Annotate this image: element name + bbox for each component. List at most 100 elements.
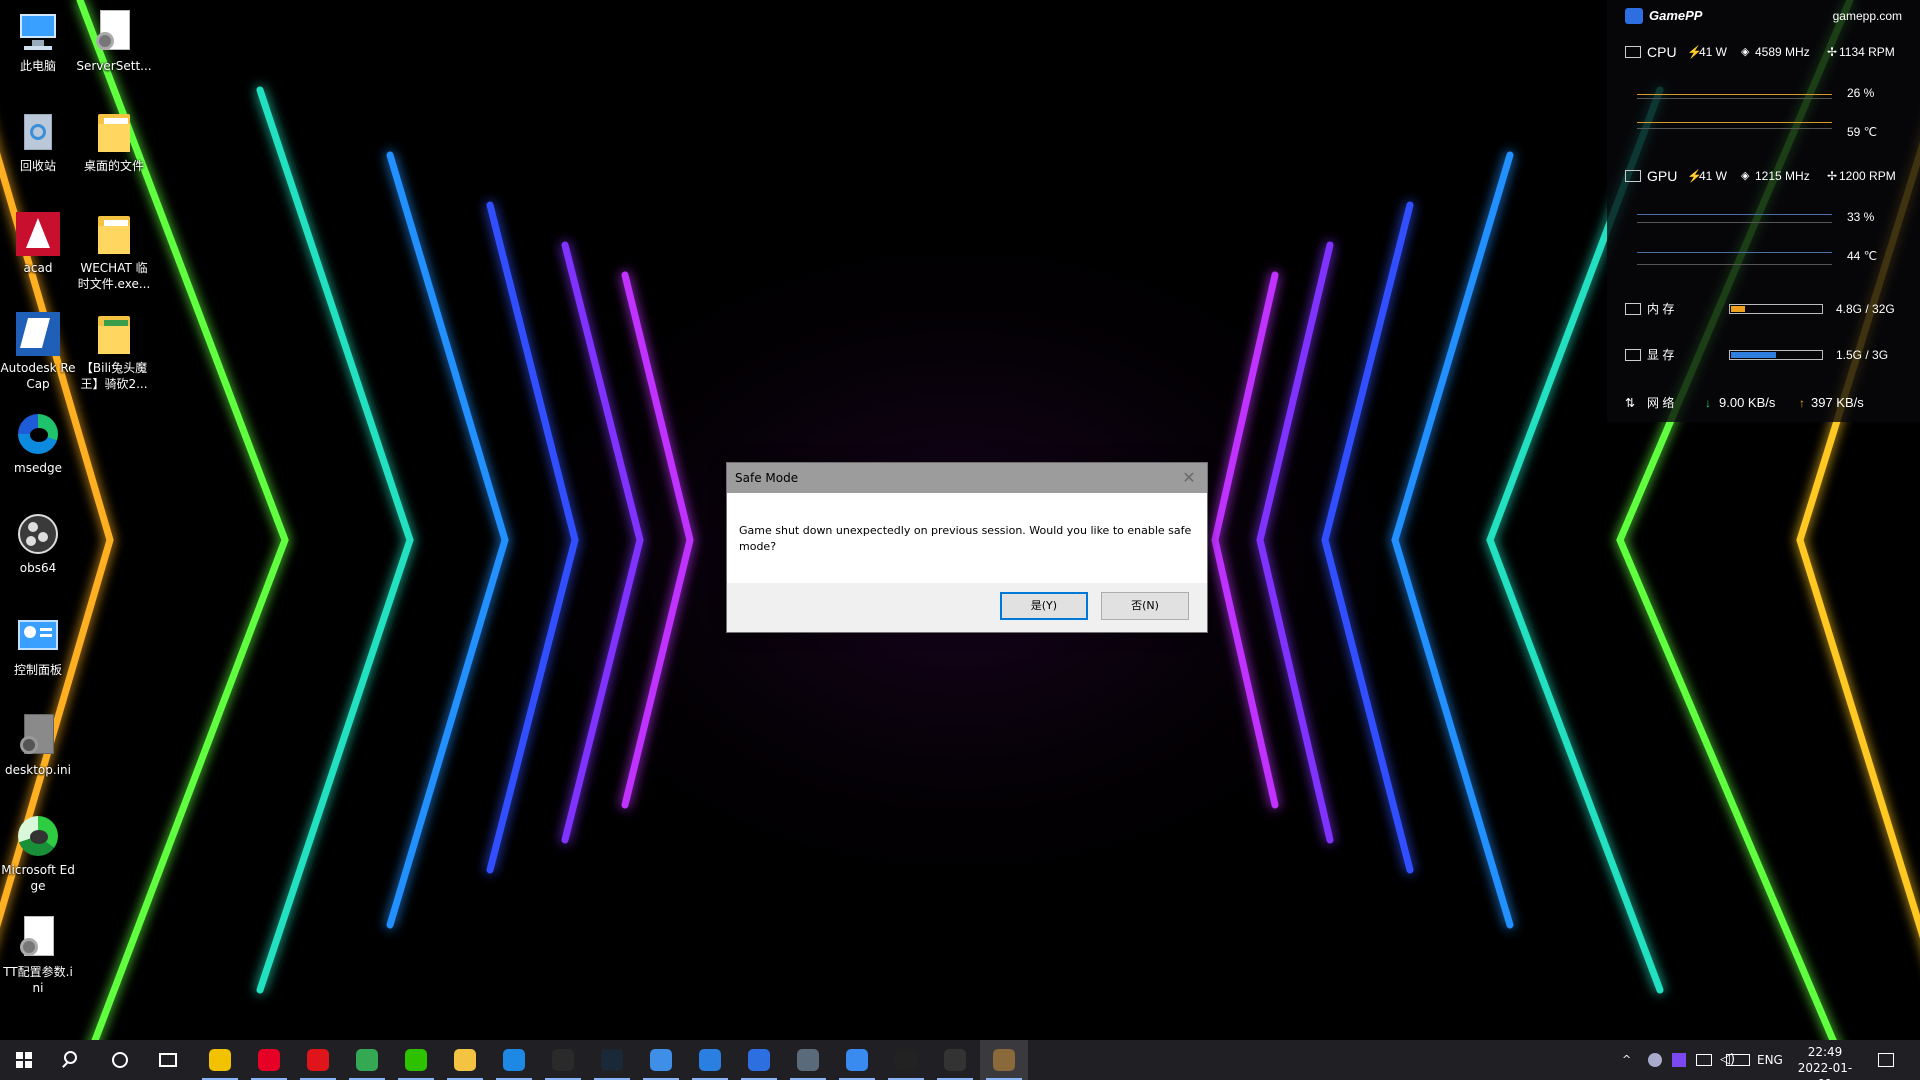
gpu-usage-graph bbox=[1637, 214, 1832, 215]
taskbar-app[interactable] bbox=[196, 1040, 244, 1080]
game-launcher-icon bbox=[797, 1049, 819, 1071]
taskbar-app[interactable] bbox=[245, 1040, 293, 1080]
taskbar-app[interactable] bbox=[784, 1040, 832, 1080]
steam-tray-icon[interactable] bbox=[1648, 1053, 1662, 1067]
clock-date: 2022-01-01 bbox=[1797, 1061, 1853, 1080]
folder-icon bbox=[90, 310, 138, 358]
taskbar-app[interactable] bbox=[392, 1040, 440, 1080]
notification-icon[interactable] bbox=[1878, 1053, 1894, 1067]
network-icon: ⇅ bbox=[1625, 396, 1636, 410]
taskbar-app[interactable] bbox=[294, 1040, 342, 1080]
close-icon[interactable]: ✕ bbox=[1177, 463, 1201, 493]
desktop-icon-autodesk-recap[interactable]: Autodesk ReCap bbox=[0, 310, 76, 392]
network-up: 397 KB/s bbox=[1811, 395, 1864, 410]
vram-value: 1.5G / 3G bbox=[1836, 348, 1889, 362]
network-tray-icon[interactable] bbox=[1696, 1054, 1712, 1066]
clock[interactable]: 22:49 2022-01-01 bbox=[1792, 1040, 1858, 1080]
taskbar-app[interactable] bbox=[637, 1040, 685, 1080]
autocad-icon bbox=[14, 210, 62, 258]
taskbar-app[interactable] bbox=[882, 1040, 930, 1080]
windows-icon bbox=[16, 1052, 32, 1068]
cpu-temp-graph bbox=[1637, 122, 1832, 123]
vram-bar bbox=[1729, 350, 1823, 360]
download-arrow-icon: ↓ bbox=[1705, 396, 1711, 410]
obs-icon bbox=[895, 1049, 917, 1071]
recap-icon bbox=[14, 310, 62, 358]
settings-file-icon bbox=[14, 914, 62, 962]
network-down: 9.00 KB/s bbox=[1719, 395, 1776, 410]
taskbar-app[interactable] bbox=[343, 1040, 391, 1080]
cpu-label: CPU bbox=[1647, 44, 1677, 60]
cpu-fan: 1134 RPM bbox=[1839, 45, 1895, 59]
language-indicator[interactable]: ENG bbox=[1757, 1040, 1783, 1080]
vram-bar-fill bbox=[1731, 352, 1776, 358]
vram-icon bbox=[1625, 349, 1641, 361]
desktop-icon-tt-config[interactable]: TT配置参数.ini bbox=[0, 914, 76, 996]
recycle-bin-icon bbox=[14, 108, 62, 156]
keyboard-icon[interactable] bbox=[1726, 1054, 1750, 1066]
dialog-title: Safe Mode bbox=[735, 471, 799, 485]
taskbar-app[interactable] bbox=[588, 1040, 636, 1080]
taskbar-app[interactable] bbox=[931, 1040, 979, 1080]
gamepp-header: GamePP gamepp.com bbox=[1607, 6, 1920, 26]
clock-time: 22:49 bbox=[1807, 1045, 1843, 1059]
gpu-temp-baseline bbox=[1637, 264, 1832, 265]
steam-icon bbox=[601, 1049, 623, 1071]
cortana-button[interactable] bbox=[96, 1040, 144, 1080]
wechat-icon bbox=[405, 1049, 427, 1071]
cpu-usage: 26 % bbox=[1847, 86, 1875, 100]
upload-arrow-icon: ↑ bbox=[1799, 396, 1805, 410]
memory-bar-fill bbox=[1731, 306, 1745, 312]
desktop-icon-bili-mod[interactable]: 【Bili兔头魔王】骑砍2... bbox=[76, 310, 152, 392]
desktop-icon-desktop-files[interactable]: 桌面的文件 bbox=[76, 108, 152, 174]
desktop-icon-recycle-bin[interactable]: 回收站 bbox=[0, 108, 76, 174]
gpu-temp: 44 ℃ bbox=[1847, 249, 1878, 263]
taskbar-app[interactable] bbox=[980, 1040, 1028, 1080]
baidu-netdisk-icon bbox=[503, 1049, 525, 1071]
desktop-icon-this-pc[interactable]: 此电脑 bbox=[0, 8, 76, 74]
gamepp-brand: GamePP bbox=[1649, 8, 1703, 23]
obs-icon bbox=[14, 510, 62, 558]
yes-button[interactable]: 是(Y) bbox=[999, 592, 1088, 620]
cpu-clock: 4589 MHz bbox=[1755, 45, 1810, 59]
vram-row: 显 存 1.5G / 3G bbox=[1607, 345, 1920, 365]
safe-mode-dialog: Safe Mode ✕ Game shut down unexpectedly … bbox=[726, 462, 1208, 633]
memory-value: 4.8G / 32G bbox=[1836, 302, 1895, 316]
gpu-clock: 1215 MHz bbox=[1755, 169, 1810, 183]
bannerlord-icon bbox=[993, 1049, 1015, 1071]
search-button[interactable] bbox=[48, 1040, 96, 1080]
no-button[interactable]: 否(N) bbox=[1101, 592, 1189, 620]
desktop-icon-microsoft-edge[interactable]: Microsoft Edge bbox=[0, 812, 76, 894]
desktop-icon-desktop-ini[interactable]: desktop.ini bbox=[0, 712, 76, 778]
taskbar-app[interactable] bbox=[441, 1040, 489, 1080]
gpu-fan: 1200 RPM bbox=[1839, 169, 1896, 183]
cortana-icon bbox=[112, 1052, 128, 1068]
start-button[interactable] bbox=[0, 1040, 48, 1080]
desktop-icon-serversettings[interactable]: ServerSett... bbox=[76, 8, 152, 74]
network-label: 网 络 bbox=[1647, 396, 1675, 410]
taskbar-app[interactable] bbox=[539, 1040, 587, 1080]
qq-music-icon bbox=[209, 1049, 231, 1071]
settings-file-icon bbox=[90, 8, 138, 56]
taskbar-app[interactable] bbox=[735, 1040, 783, 1080]
desktop-icon-control-panel[interactable]: 控制面板 bbox=[0, 612, 76, 678]
file-explorer-icon bbox=[454, 1049, 476, 1071]
desktop-icon-obs64[interactable]: obs64 bbox=[0, 510, 76, 576]
show-hidden-icons-button[interactable]: ^ bbox=[1622, 1040, 1631, 1080]
gamepp-tray-icon[interactable] bbox=[1672, 1053, 1686, 1067]
desktop-icon-msedge[interactable]: msedge bbox=[0, 410, 76, 476]
taskbar-app[interactable] bbox=[833, 1040, 881, 1080]
taskbar-app[interactable] bbox=[686, 1040, 734, 1080]
gpu-label: GPU bbox=[1647, 168, 1678, 184]
chrome-icon bbox=[356, 1049, 378, 1071]
task-view-button[interactable] bbox=[144, 1040, 192, 1080]
task-view-icon bbox=[159, 1053, 177, 1067]
dialog-titlebar[interactable]: Safe Mode ✕ bbox=[727, 463, 1207, 493]
dialog-content: Game shut down unexpectedly on previous … bbox=[727, 493, 1207, 583]
dialog-buttons: 是(Y) 否(N) bbox=[992, 592, 1189, 620]
desktop-icon-acad[interactable]: acad bbox=[0, 210, 76, 276]
folder-icon bbox=[90, 210, 138, 258]
taskbar-app[interactable] bbox=[490, 1040, 538, 1080]
desktop-icon-wechat-temp[interactable]: WECHAT 临时文件.exe... bbox=[76, 210, 152, 292]
bluetooth-app-icon bbox=[699, 1049, 721, 1071]
